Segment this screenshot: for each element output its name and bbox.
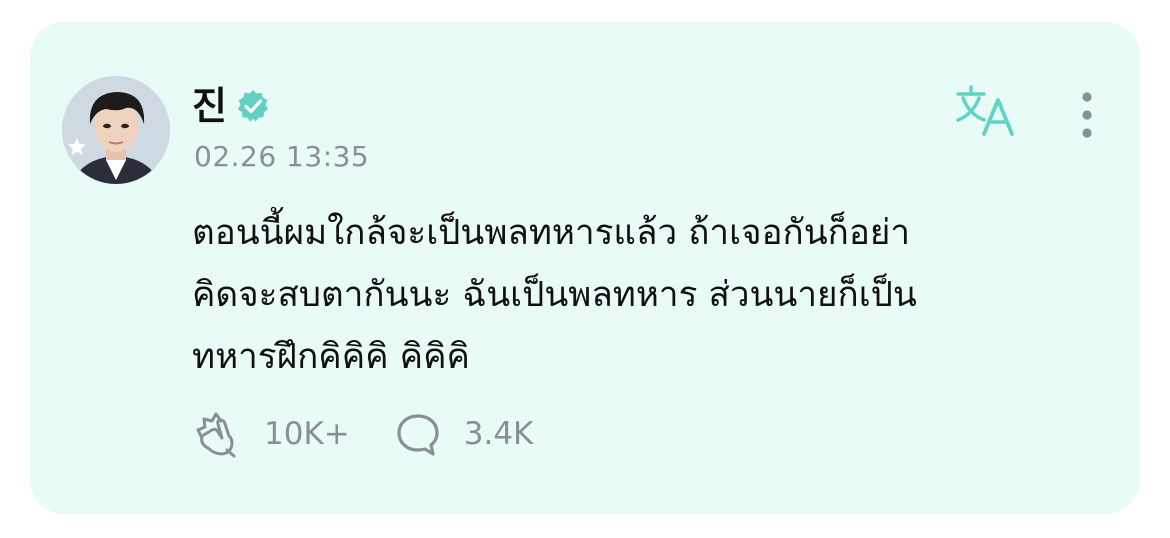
comment-count: 3.4K [463, 416, 534, 452]
post-body-line: ทหารฝึกคิคิคิ คิคิคิ [192, 337, 470, 377]
post-timestamp: 02.26 13:35 [194, 140, 370, 173]
cheer-icon [196, 412, 236, 458]
translate-icon[interactable] [954, 84, 1016, 140]
post-card[interactable]: 진 02.26 13:35 ตอนนี้ผมใกล้จะเป็นพลทหารแล… [30, 22, 1140, 514]
post-actions: 10K+ 3.4K [192, 406, 575, 462]
more-vertical-icon[interactable] [1070, 88, 1104, 142]
author-row: 진 [192, 80, 271, 132]
comment-button[interactable]: 3.4K [392, 408, 534, 460]
verified-badge-icon [237, 90, 268, 122]
avatar[interactable] [62, 76, 170, 184]
comment-bubble-icon [397, 414, 439, 456]
post-body-line: คิดจะสบตากันนะ ฉันเป็นพลทหาร ส่วนนายก็เป… [192, 275, 917, 315]
post-body-line: ตอนนี้ผมใกล้จะเป็นพลทหารแล้ว ถ้าเจอกันก็… [192, 213, 911, 253]
post-body: ตอนนี้ผมใกล้จะเป็นพลทหารแล้ว ถ้าเจอกันก็… [192, 202, 1092, 388]
author-name[interactable]: 진 [192, 80, 227, 132]
like-button[interactable]: 10K+ [192, 408, 350, 460]
like-count: 10K+ [264, 416, 350, 452]
star-icon [67, 137, 87, 156]
